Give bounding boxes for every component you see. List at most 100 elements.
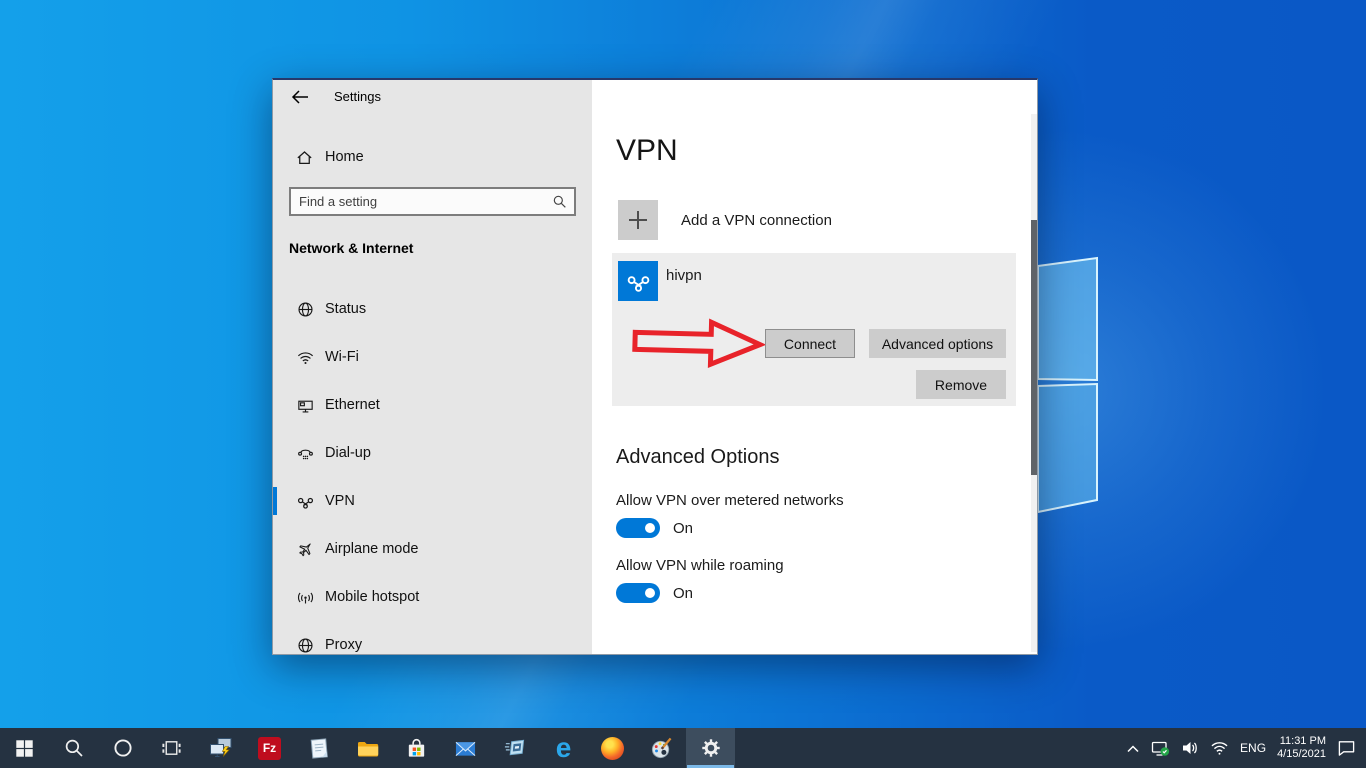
task-view-button[interactable]: [147, 728, 196, 768]
clock-time: 11:31 PM: [1277, 735, 1326, 748]
sidebar-item-label: Proxy: [325, 637, 362, 653]
windows-logo-wallpaper: [1034, 248, 1106, 520]
roaming-toggle[interactable]: [616, 583, 660, 603]
page-title: VPN: [616, 134, 678, 168]
sidebar-item-label: VPN: [325, 493, 355, 509]
action-center-icon[interactable]: [1337, 739, 1356, 757]
search-box[interactable]: [289, 187, 576, 216]
toggle-state-label: On: [673, 585, 693, 602]
filezilla-button[interactable]: Fz: [245, 728, 294, 768]
tray-volume-icon[interactable]: [1181, 739, 1199, 757]
sidebar-item-label: Mobile hotspot: [325, 589, 419, 605]
titlebar[interactable]: Settings: [273, 80, 592, 114]
sidebar-item-label: Status: [325, 301, 366, 317]
roaming-setting: On: [616, 583, 693, 603]
firefox-icon: [601, 737, 624, 760]
back-button[interactable]: [283, 84, 317, 110]
home-label: Home: [325, 149, 364, 165]
sidebar-item-status[interactable]: Status: [273, 285, 592, 333]
airplane-icon: [295, 540, 315, 559]
sidebar-item-label: Dial-up: [325, 445, 371, 461]
add-vpn-connection[interactable]: Add a VPN connection: [618, 200, 832, 240]
settings-taskbar-button[interactable]: [686, 728, 735, 768]
microsoft-store-icon: [405, 737, 428, 760]
metered-networks-label: Allow VPN over metered networks: [616, 492, 844, 509]
advanced-options-button[interactable]: Advanced options: [869, 329, 1006, 358]
advanced-options-heading: Advanced Options: [616, 446, 779, 469]
cortana-icon: [113, 738, 133, 758]
sidebar-item-label: Ethernet: [325, 397, 380, 413]
mail-icon: [454, 738, 477, 759]
metered-networks-toggle[interactable]: [616, 518, 660, 538]
remove-button[interactable]: Remove: [916, 370, 1006, 399]
microsoft-store-button[interactable]: [392, 728, 441, 768]
metered-networks-setting: On: [616, 518, 693, 538]
dialup-phone-icon: [295, 444, 315, 463]
taskbar-clock[interactable]: 11:31 PM 4/15/2021: [1277, 735, 1326, 761]
back-arrow-icon: [291, 90, 309, 104]
filezilla-icon: Fz: [258, 737, 281, 760]
file-explorer-icon: [356, 737, 380, 759]
cortana-button[interactable]: [98, 728, 147, 768]
mail-button[interactable]: [441, 728, 490, 768]
system-tray: ENG 11:31 PM 4/15/2021: [1126, 728, 1366, 768]
window-title: Settings: [334, 89, 381, 104]
sidebar-item-vpn[interactable]: VPN: [273, 477, 592, 525]
start-button[interactable]: [0, 728, 49, 768]
add-vpn-label: Add a VPN connection: [681, 212, 832, 229]
red-arrow-annotation: [630, 315, 765, 370]
paint-button[interactable]: [637, 728, 686, 768]
vpn-connection-icon: [618, 261, 658, 301]
tray-chevron-up-icon[interactable]: [1126, 743, 1140, 754]
sidebar-item-dialup[interactable]: Dial-up: [273, 429, 592, 477]
remote-desktop-button[interactable]: [196, 728, 245, 768]
sidebar-item-wifi[interactable]: Wi-Fi: [273, 333, 592, 381]
desktop-wallpaper: Settings Home Network & Internet: [0, 0, 1366, 768]
clock-date: 4/15/2021: [1277, 748, 1326, 761]
ethernet-icon: [295, 396, 315, 415]
sidebar-item-airplane-mode[interactable]: Airplane mode: [273, 525, 592, 573]
globe-status-icon: [295, 300, 315, 319]
search-input[interactable]: [291, 194, 552, 209]
sidebar-nav: Status Wi-Fi: [273, 285, 592, 669]
scrollbar-thumb[interactable]: [1031, 220, 1037, 475]
task-view-icon: [161, 738, 182, 758]
tray-wifi-icon[interactable]: [1210, 740, 1229, 756]
sidebar-item-label: Airplane mode: [325, 541, 419, 557]
hotspot-icon: [295, 588, 315, 607]
media-window-icon: [503, 737, 526, 759]
sidebar-item-mobile-hotspot[interactable]: Mobile hotspot: [273, 573, 592, 621]
home-icon: [295, 148, 314, 167]
roaming-label: Allow VPN while roaming: [616, 557, 784, 574]
sidebar-section-header: Network & Internet: [289, 240, 413, 256]
remote-desktop-icon: [209, 737, 233, 760]
windows-start-icon: [15, 739, 34, 758]
search-icon: [64, 738, 84, 758]
edge-button[interactable]: e: [539, 728, 588, 768]
firefox-button[interactable]: [588, 728, 637, 768]
search-icon[interactable]: [552, 194, 567, 209]
tray-pc-status-icon[interactable]: [1151, 739, 1170, 758]
wifi-icon: [295, 348, 315, 367]
notepad-icon: [307, 736, 331, 761]
sidebar-item-home[interactable]: Home: [273, 142, 592, 172]
taskbar-search-button[interactable]: [49, 728, 98, 768]
sidebar-item-label: Wi-Fi: [325, 349, 359, 365]
settings-gear-icon: [700, 737, 722, 759]
vpn-icon: [295, 492, 315, 511]
plus-icon: [618, 200, 658, 240]
sidebar-item-ethernet[interactable]: Ethernet: [273, 381, 592, 429]
language-indicator[interactable]: ENG: [1240, 741, 1266, 755]
taskbar: Fz: [0, 728, 1366, 768]
file-explorer-button[interactable]: [343, 728, 392, 768]
connect-button[interactable]: Connect: [765, 329, 855, 358]
vpn-connection-name: hivpn: [666, 267, 702, 284]
sidebar-item-proxy[interactable]: Proxy: [273, 621, 592, 669]
media-window-button[interactable]: [490, 728, 539, 768]
scrollbar[interactable]: [1031, 114, 1037, 652]
edge-icon: e: [556, 734, 572, 762]
proxy-globe-icon: [295, 636, 315, 655]
toggle-state-label: On: [673, 520, 693, 537]
notepad-button[interactable]: [294, 728, 343, 768]
settings-sidebar: Settings Home Network & Internet: [273, 80, 592, 654]
